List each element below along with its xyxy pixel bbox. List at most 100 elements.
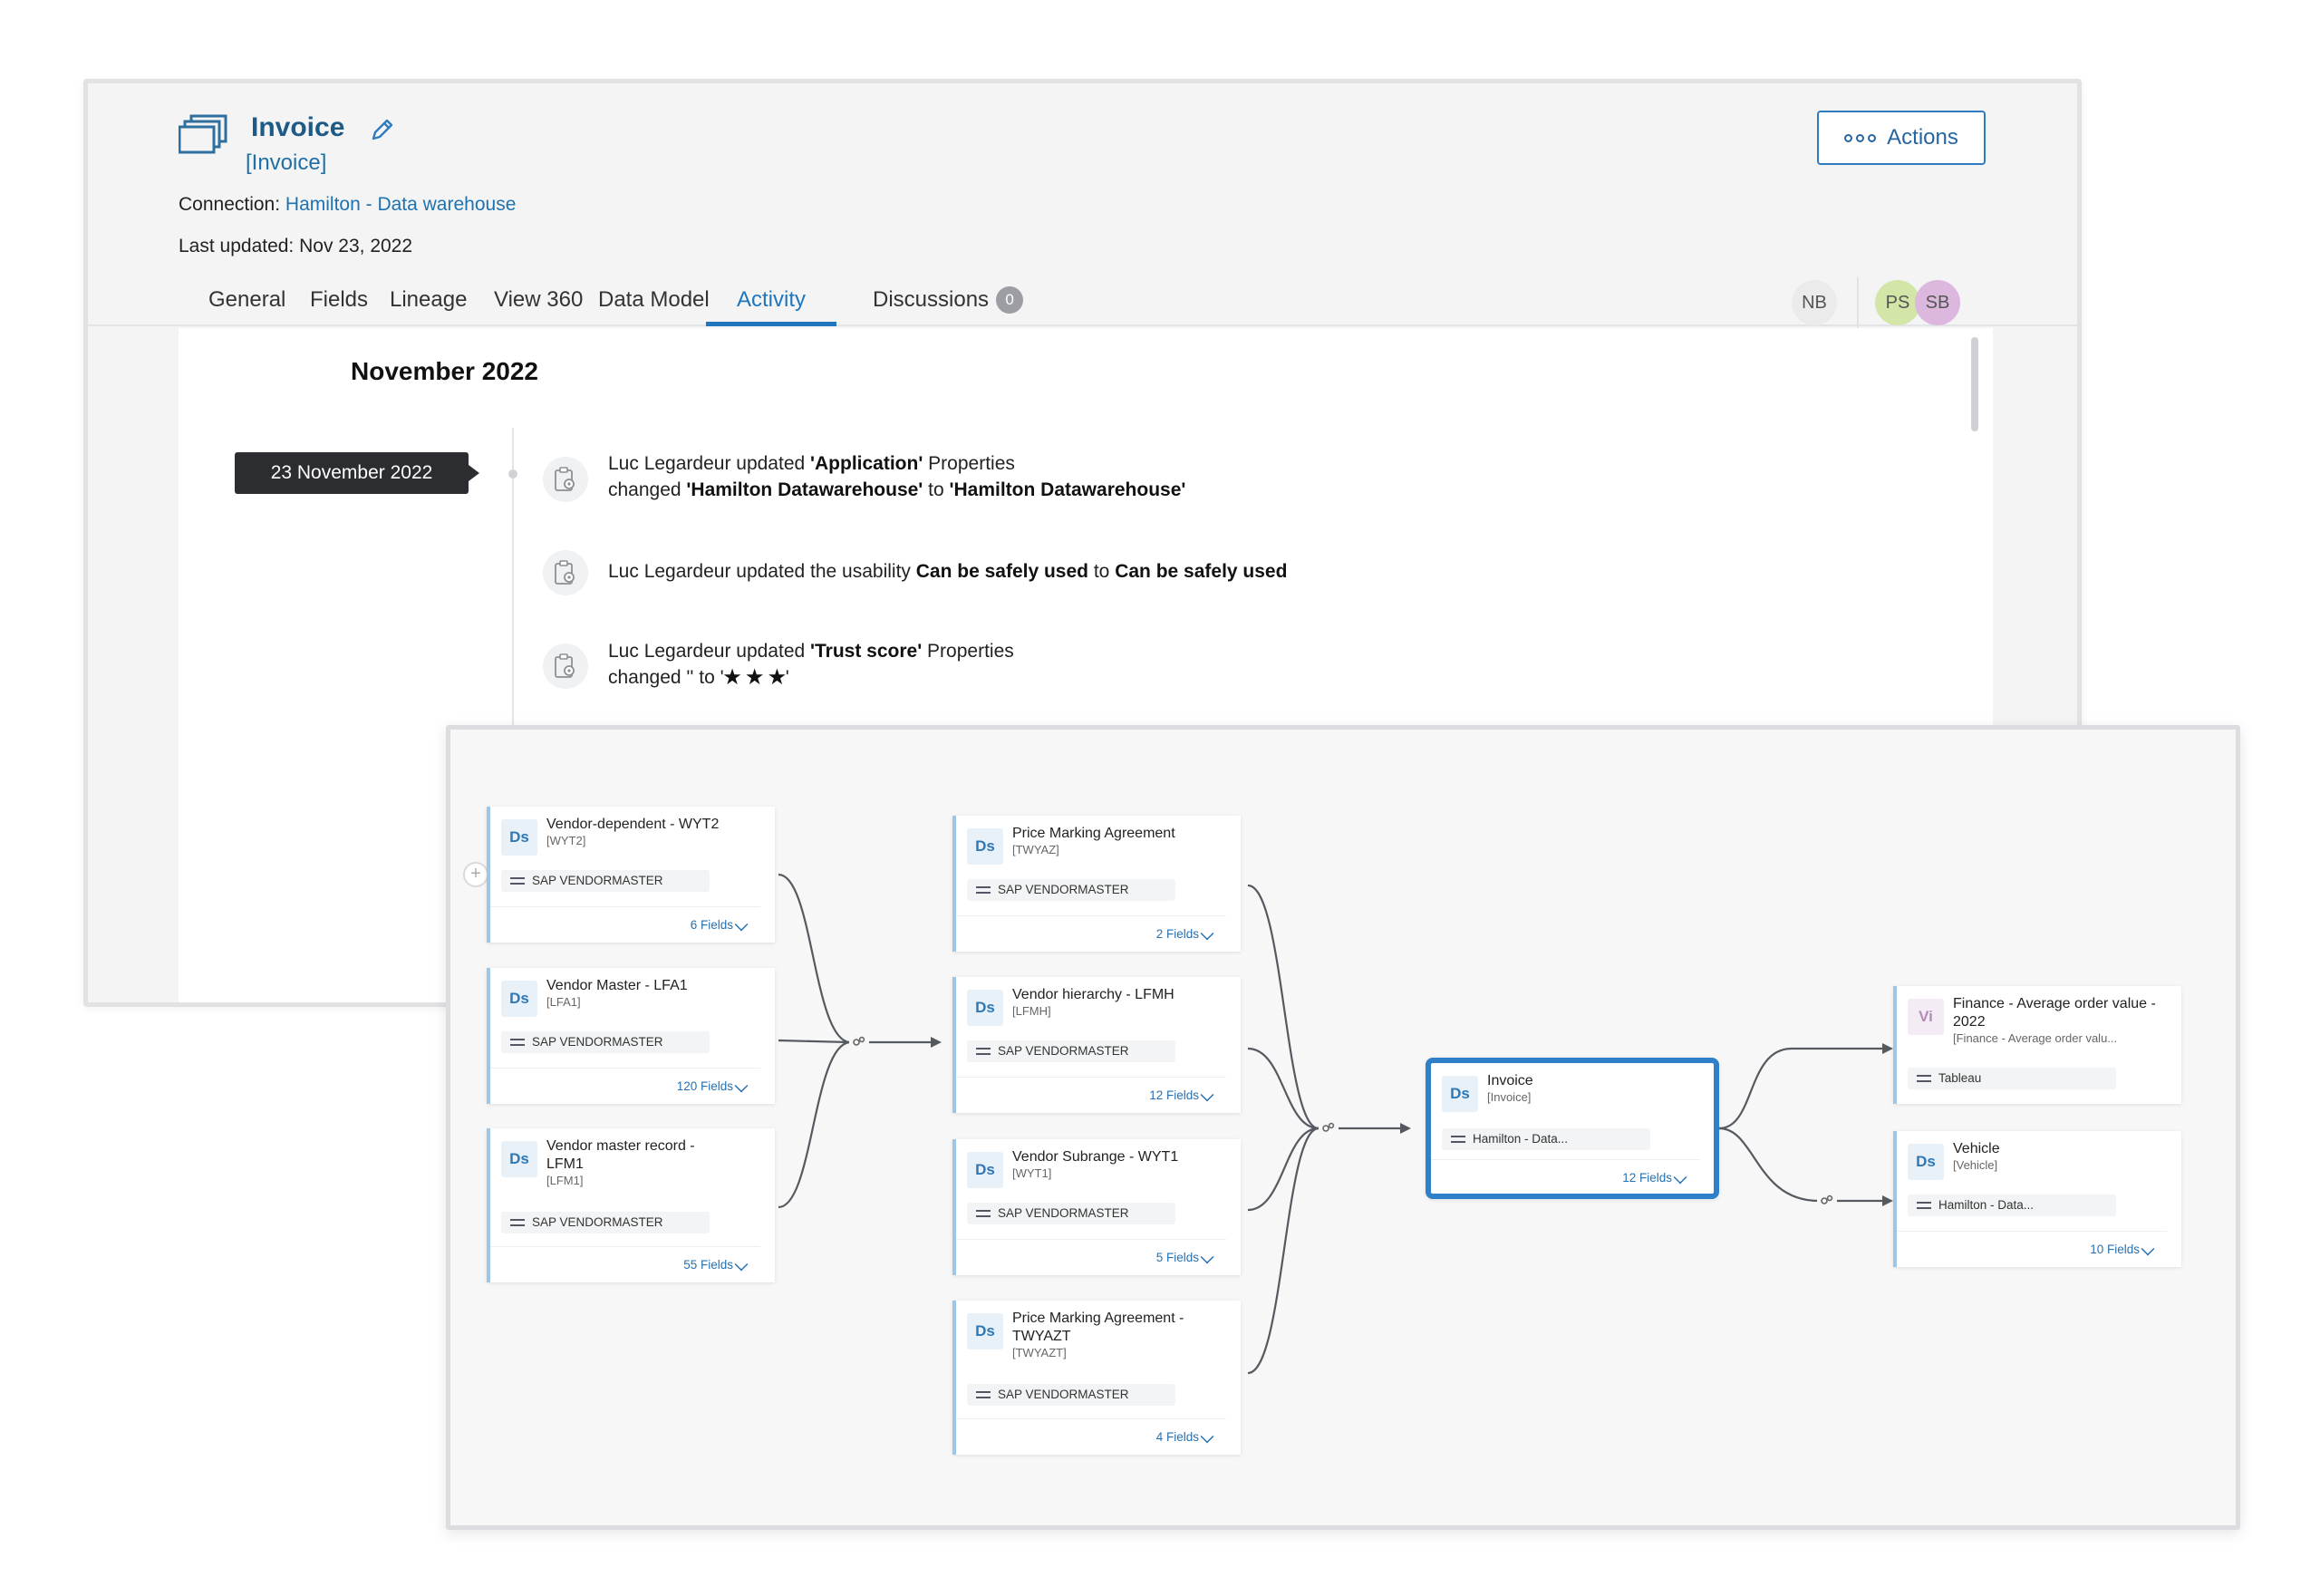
activity-date-tag: 23 November 2022 [235, 452, 479, 494]
transformation-joint-icon[interactable] [1817, 1191, 1837, 1211]
asset-technical-name: [Invoice] [246, 150, 327, 175]
visualization-type-icon: Vi [1908, 999, 1944, 1035]
node-name: Vendor master record - LFM1 [546, 1138, 695, 1172]
tab-data-model[interactable]: Data Model [598, 285, 710, 326]
edge [1247, 1127, 1320, 1375]
node-fields-toggle[interactable]: 120 Fields [490, 1068, 760, 1104]
node-fields-toggle[interactable]: 10 Fields [1897, 1231, 2167, 1267]
transformation-joint-icon[interactable] [1319, 1118, 1339, 1138]
transformation-joint-icon[interactable] [849, 1032, 869, 1052]
node-source: SAP VENDORMASTER [501, 1031, 710, 1053]
lineage-node-lfmh[interactable]: Ds Vendor hierarchy - LFMH [LFMH] SAP VEN… [952, 977, 1241, 1113]
last-updated: Last updated: Nov 23, 2022 [179, 236, 413, 256]
node-name: Vendor Subrange - WYT1 [1012, 1149, 1179, 1165]
discussions-count-badge: 0 [996, 286, 1024, 314]
dataset-type-icon: Ds [967, 828, 1003, 865]
tab-fields[interactable]: Fields [310, 285, 368, 326]
pencil-icon[interactable] [369, 116, 396, 143]
node-fields-toggle[interactable]: 12 Fields [956, 1077, 1226, 1113]
edge [778, 873, 850, 1044]
dataset-type-icon: Ds [967, 990, 1003, 1026]
connection-icon [1451, 1136, 1465, 1143]
node-technical-name: [Finance - Average order valu... [1953, 1031, 2118, 1045]
node-technical-name: [WYT2] [546, 834, 586, 847]
actions-label: Actions [1887, 125, 1958, 150]
activity-month-heading: November 2022 [351, 357, 539, 385]
timeline-dot [508, 469, 517, 479]
node-technical-name: [WYT1] [1012, 1166, 1052, 1180]
edge [1718, 1127, 1820, 1203]
node-fields-toggle[interactable]: 4 Fields [956, 1418, 1226, 1455]
arrow-head [931, 1037, 942, 1048]
connection-row: Connection: Hamilton - Data warehouse [179, 194, 516, 216]
event-line: changed '' to '★ ★ ★' [608, 667, 789, 688]
dataset-icon [179, 114, 227, 154]
node-source: SAP VENDORMASTER [967, 879, 1175, 901]
lineage-node-invoice-selected[interactable]: Ds Invoice [Invoice] Hamilton - Data... 1… [1426, 1058, 1719, 1199]
tab-view-360[interactable]: View 360 [494, 285, 583, 326]
lineage-node-wyt2[interactable]: Ds Vendor-dependent - WYT2 [WYT2] SAP VEN… [487, 807, 775, 943]
node-fields-toggle[interactable]: 6 Fields [490, 906, 760, 943]
node-fields-toggle[interactable]: 2 Fields [956, 915, 1226, 952]
event-line: Luc Legardeur updated 'Application' Prop… [608, 453, 1015, 474]
lineage-node-finance[interactable]: Vi Finance - Average order value - 2022[… [1893, 986, 2181, 1104]
node-source: SAP VENDORMASTER [967, 1384, 1175, 1406]
actions-button[interactable]: Actions [1817, 111, 1986, 165]
node-technical-name: [TWYAZT] [1012, 1346, 1067, 1359]
chevron-down-icon [1200, 1250, 1214, 1264]
tab-lineage[interactable]: Lineage [390, 285, 467, 326]
avatar-ps[interactable]: PS [1875, 280, 1920, 325]
lineage-node-twyazt[interactable]: Ds Price Marking Agreement - TWYAZT [TWYA… [952, 1301, 1241, 1455]
node-source: SAP VENDORMASTER [967, 1203, 1175, 1224]
database-icon [510, 1039, 525, 1046]
lineage-node-lfa1[interactable]: Ds Vendor Master - LFA1 [LFA1] SAP VENDOR… [487, 968, 775, 1104]
activity-event-trust-score: Luc Legardeur updated 'Trust score' Prop… [608, 638, 1014, 691]
chevron-down-icon [734, 917, 749, 932]
lineage-graph-panel: + Ds Vendor-dependent - WYT2 [WYT2] SAP V… [446, 725, 2240, 1530]
node-technical-name: [TWYAZ] [1012, 843, 1059, 856]
tableau-icon [1917, 1075, 1931, 1082]
tab-general[interactable]: General [208, 285, 285, 326]
database-icon [976, 886, 991, 894]
chevron-down-icon [734, 1257, 749, 1272]
connection-label: Connection: [179, 194, 281, 215]
node-fields-toggle[interactable]: 5 Fields [956, 1239, 1226, 1275]
lineage-node-wyt1[interactable]: Ds Vendor Subrange - WYT1 [WYT1] SAP VEND… [952, 1139, 1241, 1275]
activity-event-application: Luc Legardeur updated 'Application' Prop… [608, 450, 1185, 503]
arrow-head [1882, 1195, 1893, 1206]
database-icon [510, 1219, 525, 1226]
properties-update-icon [543, 550, 588, 595]
node-name: Vehicle [1953, 1141, 2000, 1156]
connection-link[interactable]: Hamilton - Data warehouse [285, 194, 516, 215]
dataset-type-icon: Ds [1442, 1076, 1478, 1112]
arrow-head [1400, 1123, 1411, 1134]
tab-activity[interactable]: Activity [706, 285, 837, 326]
properties-update-icon [543, 643, 588, 689]
dataset-type-icon: Ds [967, 1152, 1003, 1188]
lineage-node-vehicle[interactable]: Ds Vehicle [Vehicle] Hamilton - Data... 1… [1893, 1131, 2181, 1267]
expand-upstream-icon[interactable]: + [463, 862, 488, 887]
edge [1247, 884, 1320, 1130]
lineage-node-lfm1[interactable]: Ds Vendor master record - LFM1 [LFM1] SAP… [487, 1128, 775, 1282]
node-name: Vendor hierarchy - LFMH [1012, 987, 1174, 1002]
arrow-head [1882, 1043, 1893, 1054]
more-dots-icon [1844, 133, 1877, 142]
avatar-nb[interactable]: NB [1792, 280, 1837, 325]
avatar-sb[interactable]: SB [1915, 280, 1960, 325]
node-name: Invoice [1487, 1073, 1533, 1088]
node-technical-name: [LFM1] [546, 1174, 584, 1187]
node-fields-toggle[interactable]: 12 Fields [1431, 1159, 1699, 1195]
tab-discussions-label: Discussions [873, 287, 990, 312]
event-line: Luc Legardeur updated the usability Can … [608, 561, 1288, 582]
node-fields-toggle[interactable]: 55 Fields [490, 1246, 760, 1282]
node-source: SAP VENDORMASTER [501, 1212, 710, 1233]
dataset-type-icon: Ds [1908, 1144, 1944, 1180]
activity-scrollbar[interactable] [1971, 337, 1978, 431]
database-icon [976, 1210, 991, 1217]
node-technical-name: [Invoice] [1487, 1090, 1532, 1104]
lineage-node-twyaz[interactable]: Ds Price Marking Agreement [TWYAZ] SAP VE… [952, 816, 1241, 952]
chevron-down-icon [734, 1079, 749, 1093]
activity-event-usability: Luc Legardeur updated the usability Can … [608, 558, 1287, 585]
tab-discussions[interactable]: Discussions 0 [873, 285, 1024, 326]
node-source: Hamilton - Data... [1442, 1128, 1650, 1150]
